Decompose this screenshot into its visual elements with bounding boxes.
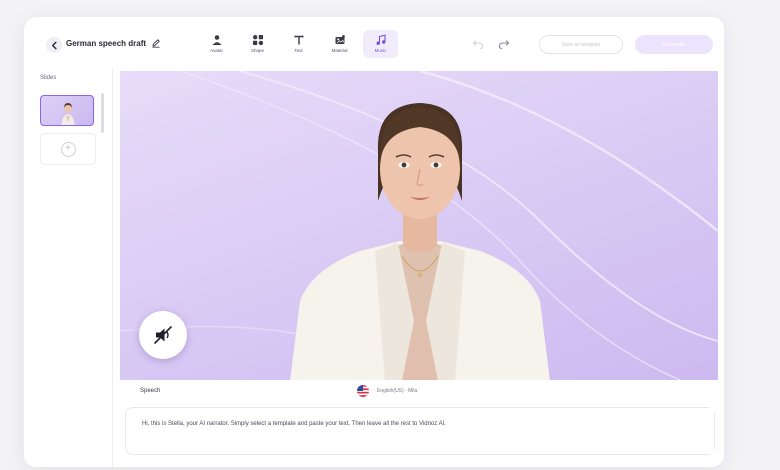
generate-button[interactable]: Generate <box>635 35 713 54</box>
tool-text-label: Text <box>294 48 303 53</box>
tool-text[interactable]: Text <box>281 30 316 58</box>
tool-shape[interactable]: Shape <box>240 30 275 58</box>
text-icon <box>294 35 303 45</box>
speaker-muted-icon <box>154 326 172 344</box>
tool-music-label: Music <box>374 48 387 53</box>
slides-scrollbar[interactable] <box>101 93 104 133</box>
material-icon <box>335 35 345 44</box>
speech-text-input[interactable]: Hi, this is Stella, your AI narrator. Si… <box>125 407 715 455</box>
edit-title-icon[interactable] <box>151 38 161 48</box>
voice-selector[interactable]: English(US) - Mila <box>357 385 417 397</box>
add-slide-button[interactable]: + <box>40 133 96 165</box>
save-as-template-button[interactable]: Save as template <box>539 35 623 54</box>
plus-icon: + <box>60 141 76 157</box>
tool-material-label: Material <box>331 48 348 53</box>
undo-icon[interactable] <box>472 39 484 49</box>
chevron-left-icon <box>51 41 57 49</box>
voice-name: English(US) - Mila <box>377 388 418 394</box>
speech-text-fade <box>534 408 714 454</box>
shape-icon <box>252 35 263 46</box>
tool-avatar-label: Avatar <box>210 48 223 53</box>
tool-avatar[interactable]: Avatar <box>199 30 234 58</box>
mute-button[interactable] <box>139 311 187 359</box>
music-icon <box>376 34 386 45</box>
save-as-template-label: Save as template <box>561 41 601 48</box>
redo-icon[interactable] <box>498 39 510 49</box>
tool-music[interactable]: Music <box>363 30 398 58</box>
tool-shape-label: Shape <box>250 48 264 53</box>
ai-avatar-narrator[interactable] <box>290 91 550 380</box>
editor-window: German speech draft Avatar Shape Text Ma… <box>24 17 724 467</box>
speech-text: Hi, this is Stella, your AI narrator. Si… <box>142 421 446 427</box>
slides-heading: Slides <box>40 75 57 81</box>
slide-avatar-preview <box>61 103 75 125</box>
back-button[interactable] <box>46 37 62 53</box>
avatar-icon <box>212 35 221 45</box>
project-title: German speech draft <box>66 39 147 48</box>
header: German speech draft Avatar Shape Text Ma… <box>24 17 724 69</box>
slide-thumbnail-1[interactable] <box>40 95 94 126</box>
tool-material[interactable]: Material <box>322 30 357 58</box>
panel-divider <box>112 69 113 467</box>
video-canvas[interactable] <box>120 71 718 380</box>
speech-label: Speech <box>140 388 161 394</box>
us-flag-icon <box>357 385 369 397</box>
toolbar: Avatar Shape Text Material Music <box>199 30 404 62</box>
generate-label: Generate <box>662 41 686 48</box>
